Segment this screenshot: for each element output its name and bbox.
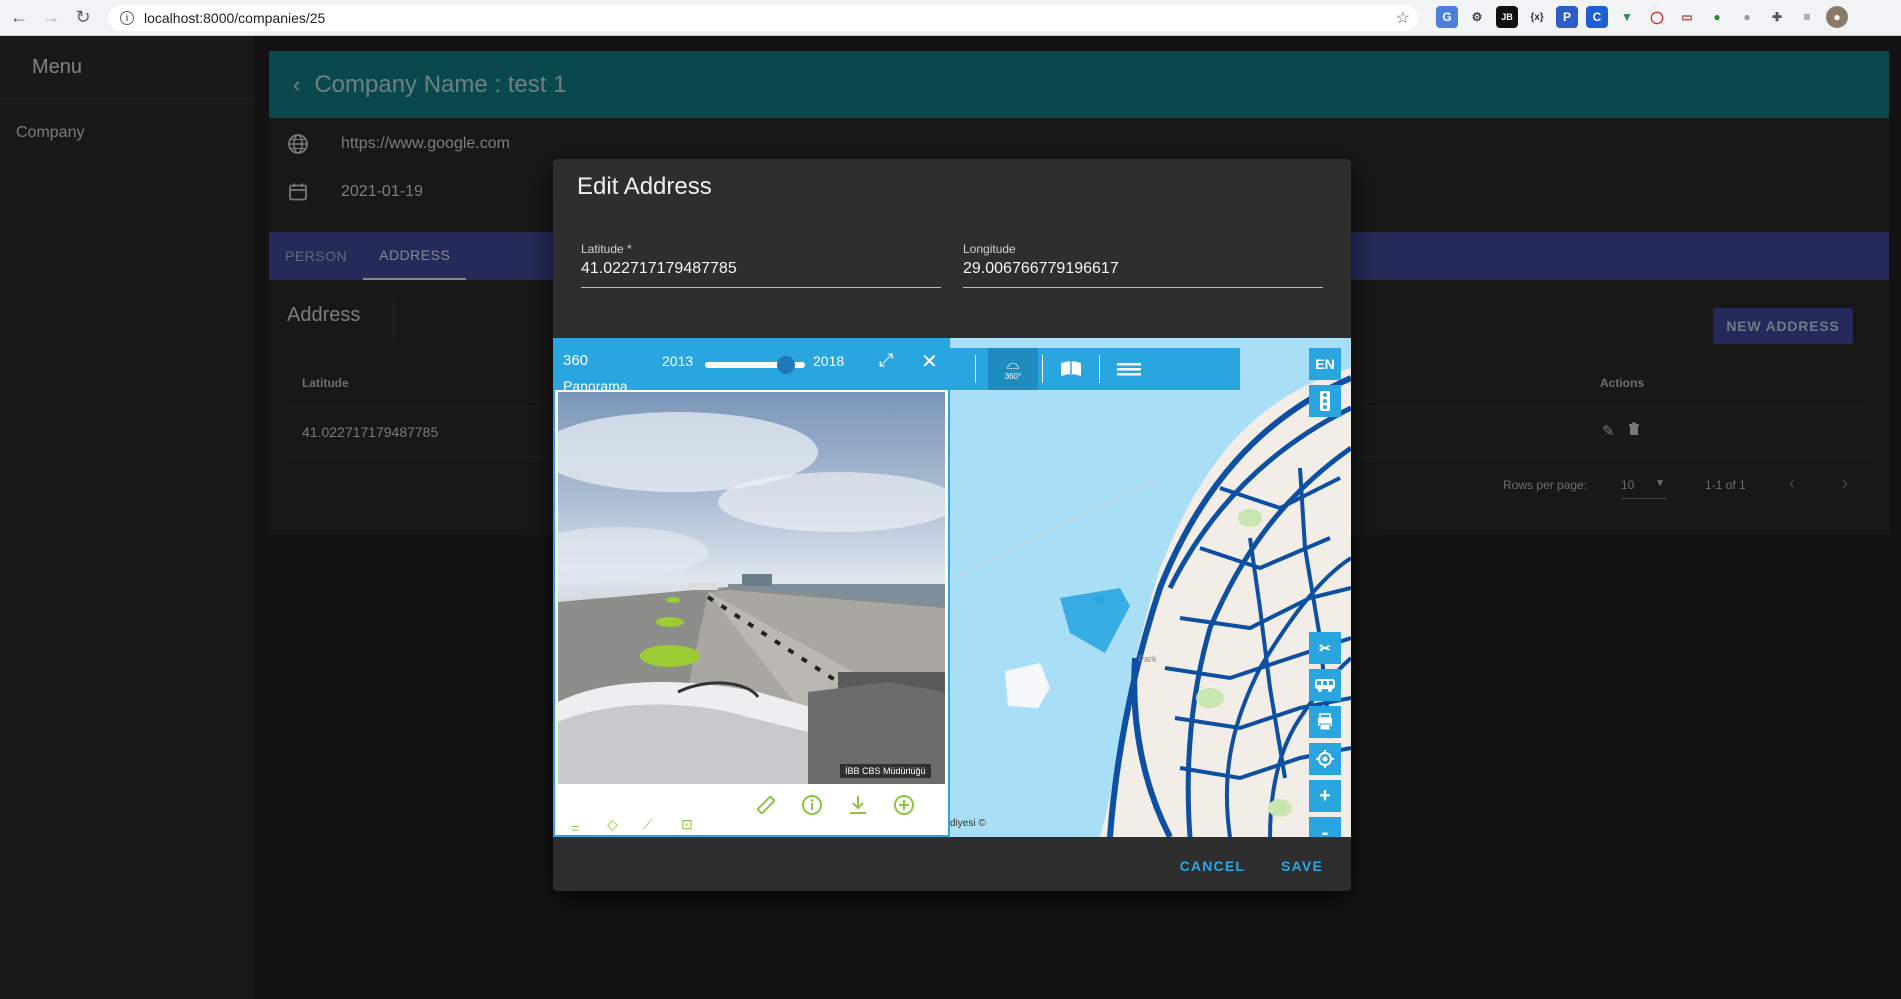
panorama-header: 360 Panorama 2013 2018 ⤢ ✕ — [555, 340, 948, 394]
longitude-label: Longitude — [963, 242, 1016, 256]
puzzle-extension-icon[interactable]: ✚ — [1766, 6, 1788, 28]
ruler-icon[interactable] — [755, 794, 777, 821]
area-icon[interactable]: ⊡ — [681, 816, 693, 833]
opera-extension-icon[interactable]: ◯ — [1646, 6, 1668, 28]
toolbar-360-label: 360° — [1004, 371, 1022, 381]
locate-crosshair-icon[interactable] — [1309, 743, 1341, 775]
avatar[interactable]: ● — [1826, 6, 1848, 28]
measure-angle-icon[interactable]: ⟋ — [643, 816, 653, 833]
latitude-label: Latitude * — [581, 242, 632, 256]
jb-extension-icon[interactable]: JB — [1496, 6, 1518, 28]
forward-arrow-icon[interactable]: → — [38, 5, 64, 31]
year-start-label: 2013 — [662, 353, 694, 369]
address-bar[interactable]: i localhost:8000/companies/25 ☆ — [108, 5, 1418, 31]
map-copyright: diyesi © — [950, 818, 986, 829]
map-book-icon[interactable] — [1043, 360, 1099, 378]
dialog-actions: CANCEL SAVE — [1180, 858, 1323, 874]
browser-toolbar: ← → ↻ i localhost:8000/companies/25 ☆ G … — [0, 0, 1901, 36]
print-icon[interactable] — [1309, 706, 1341, 738]
reload-icon[interactable]: ↻ — [70, 5, 96, 31]
search-extension-icon[interactable]: P — [1556, 6, 1578, 28]
headphones-360-icon: ⌓ — [1006, 355, 1020, 373]
tools-icon[interactable]: ✂ — [1309, 632, 1341, 664]
grey-extension-icon[interactable]: ● — [1736, 6, 1758, 28]
dialog-title: Edit Address — [577, 173, 712, 200]
city-map[interactable]: Park diyesi © — [949, 338, 1351, 837]
bus-icon[interactable] — [1309, 669, 1341, 701]
panorama-panel: 360 Panorama 2013 2018 ⤢ ✕ İBB CBS Müdür… — [553, 338, 950, 837]
panorama-360-button[interactable]: ⌓ 360° — [988, 348, 1038, 390]
toolbar-divider — [975, 355, 976, 383]
expand-icon[interactable]: ⤢ — [879, 350, 893, 371]
year-slider-thumb[interactable] — [777, 356, 795, 374]
panorama-360-label: 360 — [563, 352, 589, 369]
side-spacer — [1309, 422, 1341, 632]
save-button[interactable]: SAVE — [1281, 858, 1323, 874]
park-label: Park — [1138, 654, 1157, 664]
json-extension-icon[interactable]: {x} — [1526, 6, 1548, 28]
zoom-in-button[interactable]: + — [1309, 780, 1341, 812]
zoom-out-button[interactable]: - — [1309, 817, 1341, 837]
translate-extension-icon[interactable]: G — [1436, 6, 1458, 28]
tabs-extension-icon[interactable]: ▭ — [1676, 6, 1698, 28]
latitude-input[interactable]: 41.022717179487785 — [581, 260, 941, 278]
back-arrow-icon[interactable]: ← — [6, 5, 32, 31]
reading-list-icon[interactable]: ≡ — [1796, 6, 1818, 28]
map-frame[interactable]: Park diyesi © ⌓ 360° EN ✂ + - 360 Panora… — [553, 338, 1351, 837]
add-circle-icon[interactable] — [893, 794, 915, 821]
map-side-controls: EN ✂ + - — [1309, 348, 1341, 837]
year-end-label: 2018 — [813, 353, 845, 369]
gear-extension-icon[interactable]: ⚙ — [1466, 6, 1488, 28]
info-circle-icon[interactable] — [801, 794, 823, 821]
chrome-extension-icon[interactable]: C — [1586, 6, 1608, 28]
hamburger-menu-icon[interactable] — [1100, 361, 1158, 377]
equals-icon[interactable]: = — [571, 820, 579, 836]
latitude-field[interactable]: Latitude * 41.022717179487785 — [581, 242, 941, 288]
language-button[interactable]: EN — [1309, 348, 1341, 380]
panorama-credit: İBB CBS Müdürlüğü — [840, 764, 931, 778]
edit-address-dialog: Edit Address Latitude * 41.0227171794877… — [553, 159, 1351, 891]
map-toolbar: ⌓ 360° — [950, 348, 1240, 390]
close-icon[interactable]: ✕ — [921, 349, 938, 374]
street-view-image[interactable]: İBB CBS Müdürlüğü — [558, 392, 945, 784]
download-icon[interactable] — [847, 794, 869, 821]
longitude-field[interactable]: Longitude 29.006766779196617 — [963, 242, 1323, 288]
info-icon[interactable]: i — [120, 11, 134, 25]
layers-icon[interactable]: ◇ — [607, 816, 618, 833]
url-text: localhost:8000/companies/25 — [144, 10, 326, 26]
green-extension-icon[interactable]: ● — [1706, 6, 1728, 28]
cancel-button[interactable]: CANCEL — [1180, 858, 1246, 874]
longitude-input[interactable]: 29.006766779196617 — [963, 260, 1323, 278]
panorama-tools: = ◇ ⟋ ⊡ — [555, 786, 948, 836]
extensions-bar: G ⚙ JB {x} P C ▼ ◯ ▭ ● ● ✚ ≡ ● — [1436, 6, 1848, 28]
vue-extension-icon[interactable]: ▼ — [1616, 6, 1638, 28]
bookmark-star-icon[interactable]: ☆ — [1396, 8, 1410, 28]
traffic-light-icon[interactable] — [1309, 385, 1341, 417]
